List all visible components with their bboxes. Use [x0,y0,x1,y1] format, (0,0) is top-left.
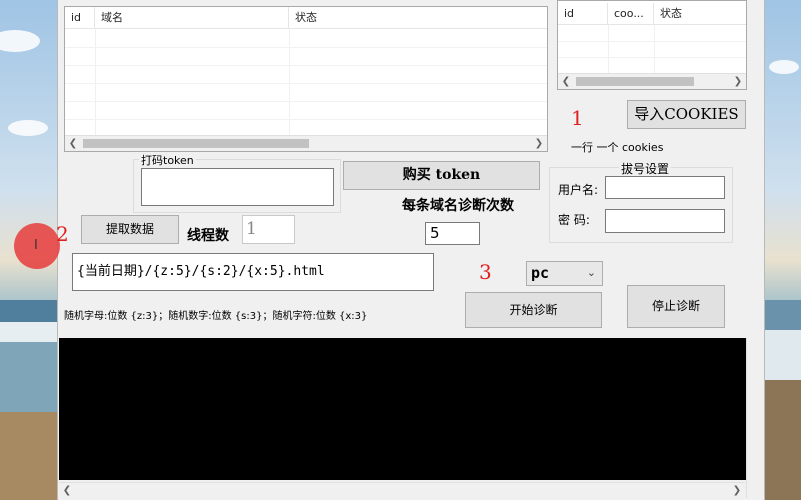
domain-list-hscrollbar[interactable]: ❮ ❯ [65,135,547,151]
column-id[interactable]: id [558,3,608,25]
scroll-left-icon[interactable]: ❮ [59,483,75,499]
device-select[interactable]: pc ⌄ [526,261,603,286]
diag-count-input[interactable]: 5 [425,222,480,245]
column-cookie[interactable]: coo... [608,3,654,25]
password-label: 密 码: [558,213,590,227]
scroll-right-icon[interactable]: ❯ [730,74,746,89]
stop-diagnosis-button[interactable]: 停止诊断 [627,285,725,328]
scroll-left-icon[interactable]: ❮ [558,74,574,89]
url-pattern-input[interactable]: {当前日期}/{z:5}/{s:2}/{x:5}.html [72,253,434,291]
diag-count-label: 每条域名诊断次数 [402,198,514,214]
column-domain[interactable]: 域名 [95,7,289,29]
text-cursor-icon: I [34,238,38,253]
annotation-3: 3 [479,260,492,284]
device-select-value: pc [531,264,550,282]
import-cookies-button[interactable]: 导入COOKIES [627,100,746,129]
captcha-token-title: 打码token [139,152,196,168]
desktop-background-right [765,0,801,500]
column-id[interactable]: id [65,7,95,29]
log-console[interactable] [59,338,746,480]
cookie-list-header: id coo... 状态 [558,3,746,25]
chevron-down-icon: ⌄ [586,266,596,279]
cookie-list-hscrollbar[interactable]: ❮ ❯ [558,73,746,89]
annotation-2: 2 [56,222,69,246]
column-status[interactable]: 状态 [654,3,746,25]
start-diagnosis-button[interactable]: 开始诊断 [465,292,602,328]
password-input[interactable] [605,209,725,233]
fetch-data-button[interactable]: 提取数据 [81,215,179,244]
thread-count-label: 线程数 [187,228,229,244]
scroll-right-icon[interactable]: ❯ [531,136,547,151]
console-hscrollbar[interactable]: ❮ ❯ [59,482,745,498]
domain-list-header: id 域名 状态 [65,7,547,29]
column-status[interactable]: 状态 [289,7,547,29]
annotation-1: 1 [571,106,584,130]
captcha-token-input[interactable] [141,168,334,206]
buy-token-button[interactable]: 购买 token [343,161,540,190]
thread-count-input[interactable]: 1 [242,215,295,244]
scroll-left-icon[interactable]: ❮ [65,136,81,151]
cookie-list[interactable]: id coo... 状态 ❮ ❯ [557,0,747,90]
scroll-right-icon[interactable]: ❯ [729,483,745,499]
one-per-line-label: 一行 一个 cookies [571,141,664,154]
scroll-thumb[interactable] [83,139,309,148]
domain-list[interactable]: id 域名 状态 ❮ ❯ [64,6,548,152]
random-hint-label: 随机字母:位数 {z:3}；随机数字:位数 {s:3}；随机字符:位数 {x:3… [64,311,368,322]
scroll-thumb[interactable] [576,77,694,86]
console-vscrollbar[interactable] [746,338,764,498]
app-window: id 域名 状态 ❮ ❯ id coo... 状态 ❮ ❯ 1 导入COOKIE… [57,0,765,500]
username-input[interactable] [605,176,725,199]
username-label: 用户名: [558,183,599,197]
dial-settings-title: 拔号设置 [619,160,672,177]
